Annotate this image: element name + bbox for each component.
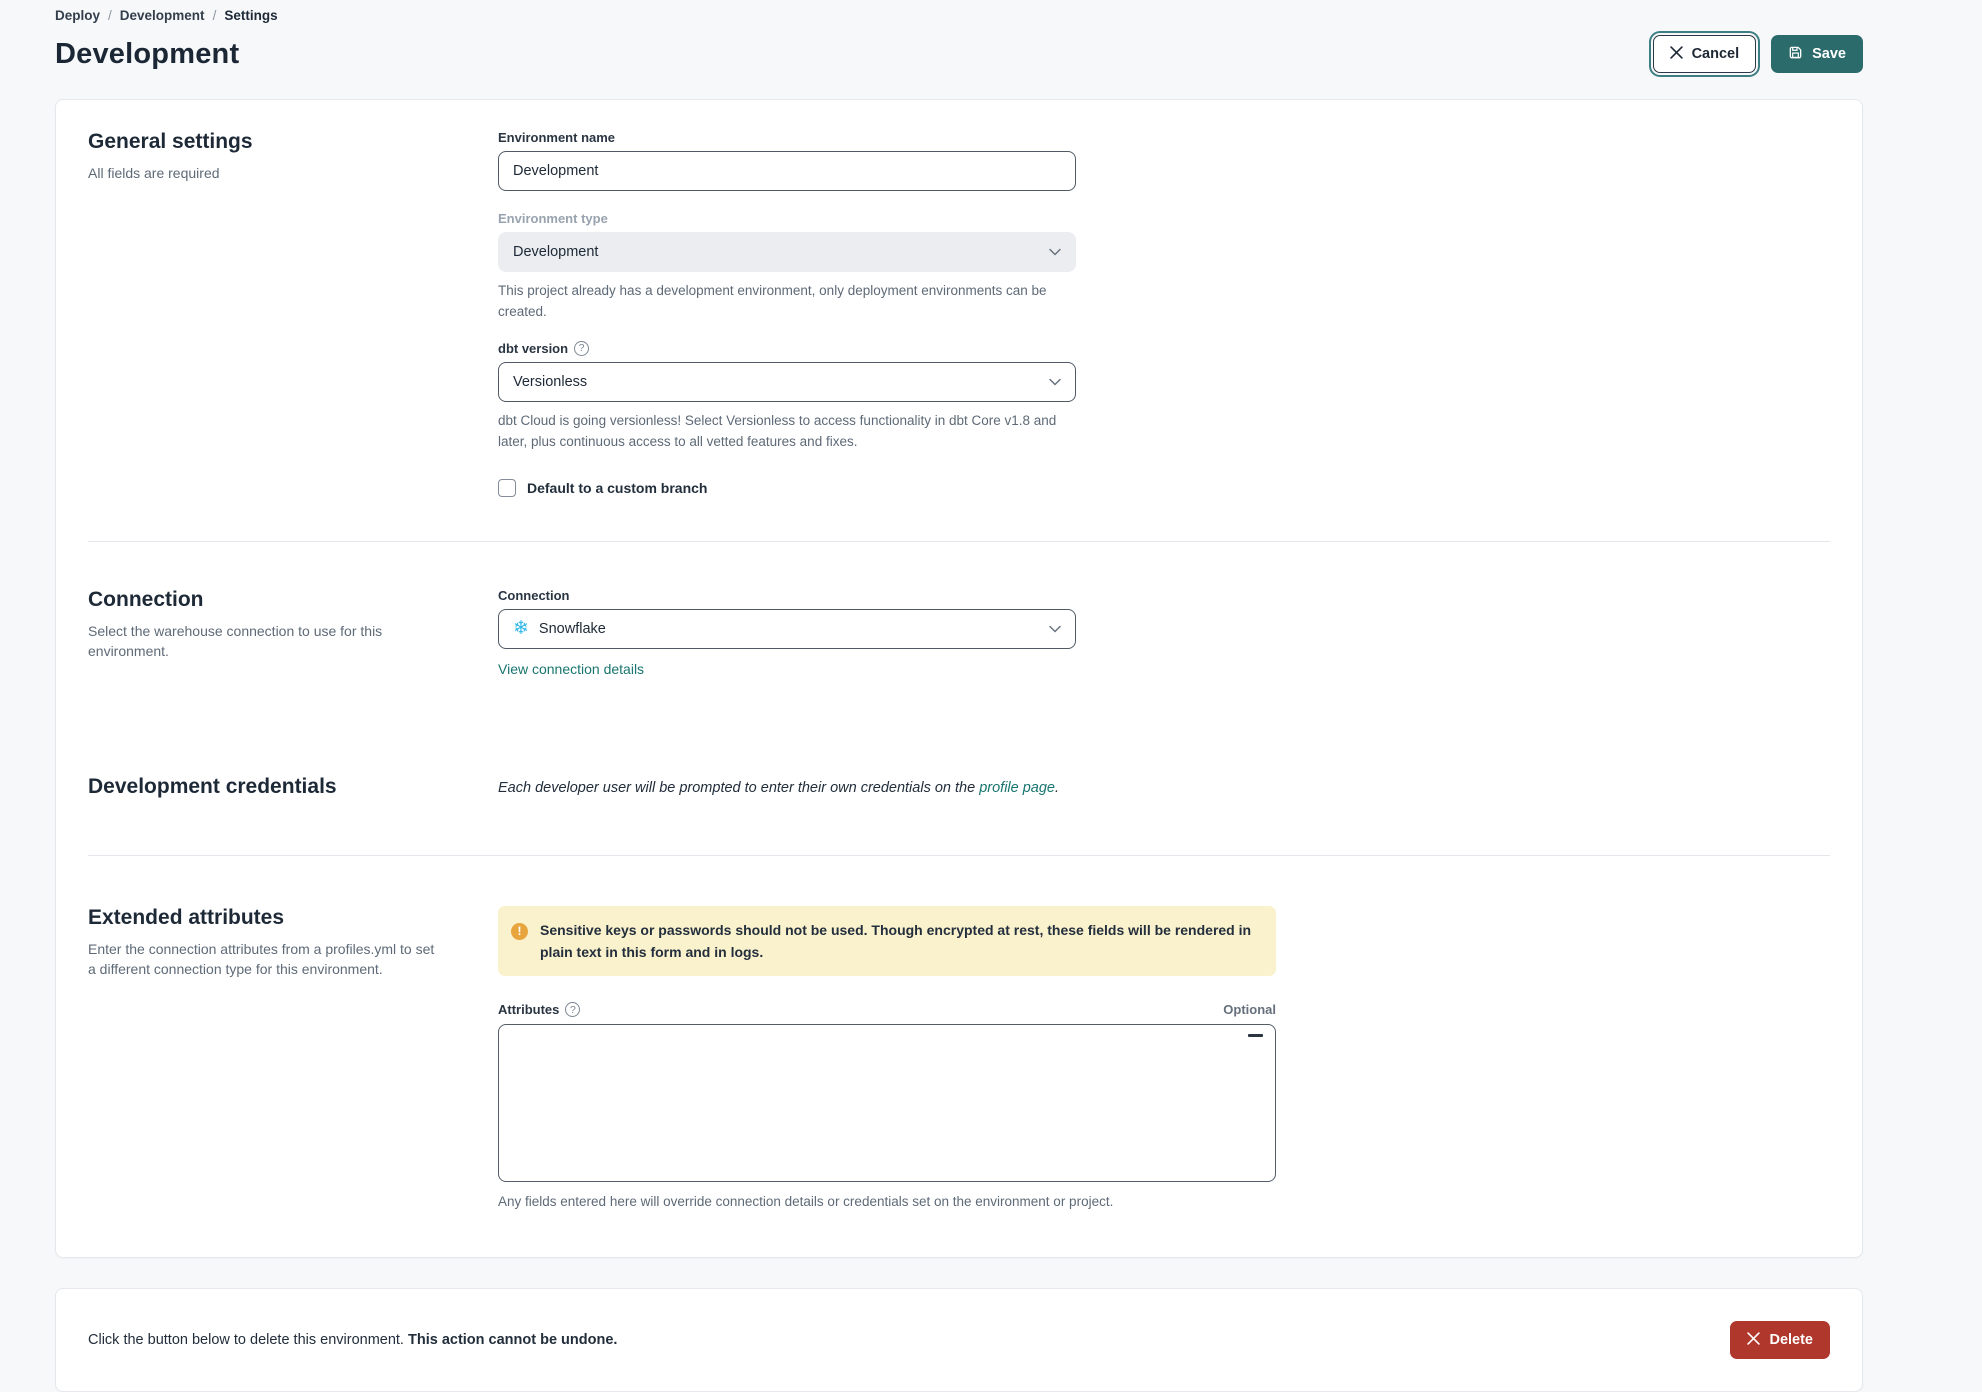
section-extended-attributes: Extended attributes Enter the connection… xyxy=(88,905,1830,1214)
development-credentials-heading: Development credentials xyxy=(88,774,337,798)
close-icon xyxy=(1747,1332,1761,1349)
connection-heading: Connection xyxy=(88,587,204,611)
profile-page-link[interactable]: profile page xyxy=(979,780,1055,796)
general-settings-subheading: All fields are required xyxy=(88,165,220,181)
section-divider xyxy=(88,854,1830,856)
snowflake-icon: ❄ xyxy=(513,618,529,640)
custom-branch-label: Default to a custom branch xyxy=(527,479,708,496)
cancel-button[interactable]: Cancel xyxy=(1652,35,1757,73)
delete-environment-card: Click the button below to delete this en… xyxy=(55,1288,1863,1392)
section-general-settings: General settings All fields are required… xyxy=(88,130,1830,497)
help-icon[interactable]: ? xyxy=(574,340,590,356)
connection-value: Snowflake xyxy=(538,620,606,637)
section-development-credentials: Development credentials Each developer u… xyxy=(88,775,1830,799)
warning-icon: ! xyxy=(511,922,528,940)
settings-card: General settings All fields are required… xyxy=(55,99,1863,1259)
breadcrumb: Deploy / Development / Settings xyxy=(55,0,1863,23)
save-button-label: Save xyxy=(1812,46,1846,62)
general-settings-heading: General settings xyxy=(88,130,253,153)
help-icon[interactable]: ? xyxy=(565,1002,581,1018)
credentials-note-period: . xyxy=(1054,779,1060,796)
chevron-down-icon xyxy=(1049,244,1061,260)
connection-select[interactable]: ❄ Snowflake xyxy=(498,608,1076,649)
page-header: Development Cancel Save xyxy=(55,35,1863,73)
custom-branch-checkbox-row[interactable]: Default to a custom branch xyxy=(498,478,1830,497)
optional-label: Optional xyxy=(1223,1002,1276,1018)
section-divider xyxy=(88,540,1830,542)
delete-warning-text: Click the button below to delete this en… xyxy=(88,1332,617,1348)
connection-field-label: Connection xyxy=(498,587,570,603)
connection-subheading: Select the warehouse connection to use f… xyxy=(88,622,383,659)
breadcrumb-separator: / xyxy=(108,8,112,23)
sensitive-keys-warning-banner: ! Sensitive keys or passwords should not… xyxy=(498,905,1276,977)
page-title: Development xyxy=(55,37,240,70)
environment-type-label: Environment type xyxy=(498,211,608,226)
environment-type-select: Development xyxy=(498,232,1076,272)
breadcrumb-development[interactable]: Development xyxy=(120,8,205,23)
attributes-help: Any fields entered here will override co… xyxy=(498,1194,1114,1210)
dbt-version-select[interactable]: Versionless xyxy=(498,361,1076,402)
save-icon xyxy=(1788,45,1803,64)
custom-branch-checkbox[interactable] xyxy=(498,478,516,497)
attributes-editor xyxy=(498,1024,1276,1183)
section-connection: Connection Select the warehouse connecti… xyxy=(88,588,1830,679)
environment-name-input[interactable] xyxy=(498,151,1076,191)
dbt-version-value: Versionless xyxy=(513,373,588,390)
cancel-button-label: Cancel xyxy=(1691,46,1740,62)
attributes-label: Attributes xyxy=(498,1002,560,1018)
close-icon xyxy=(1669,45,1683,63)
save-button[interactable]: Save xyxy=(1771,35,1863,73)
breadcrumb-settings: Settings xyxy=(224,8,278,23)
breadcrumb-separator: / xyxy=(212,8,217,23)
header-actions: Cancel Save xyxy=(1652,35,1863,73)
extended-attributes-heading: Extended attributes xyxy=(88,905,285,929)
chevron-down-icon xyxy=(1049,621,1061,637)
credentials-note: Each developer user will be prompted to … xyxy=(498,775,1830,796)
warning-text: Sensitive keys or passwords should not b… xyxy=(540,921,1252,961)
delete-button[interactable]: Delete xyxy=(1730,1321,1830,1360)
delete-warning-normal: Click the button below to delete this en… xyxy=(88,1332,408,1349)
extended-attributes-subheading: Enter the connection attributes from a p… xyxy=(88,940,435,977)
dbt-version-help: dbt Cloud is going versionless! Select V… xyxy=(498,412,1057,449)
environment-name-label: Environment name xyxy=(498,130,616,145)
chevron-down-icon xyxy=(1049,374,1061,390)
view-connection-details-link[interactable]: View connection details xyxy=(498,661,644,677)
dbt-version-label: dbt version xyxy=(498,340,569,356)
credentials-note-text: Each developer user will be prompted to … xyxy=(498,779,980,796)
attributes-textarea[interactable] xyxy=(499,1025,1275,1182)
breadcrumb-deploy[interactable]: Deploy xyxy=(55,8,100,23)
delete-button-label: Delete xyxy=(1769,1332,1813,1349)
environment-type-help: This project already has a development e… xyxy=(498,283,1047,319)
delete-warning-bold: This action cannot be undone. xyxy=(407,1332,618,1349)
environment-type-value: Development xyxy=(513,244,599,260)
